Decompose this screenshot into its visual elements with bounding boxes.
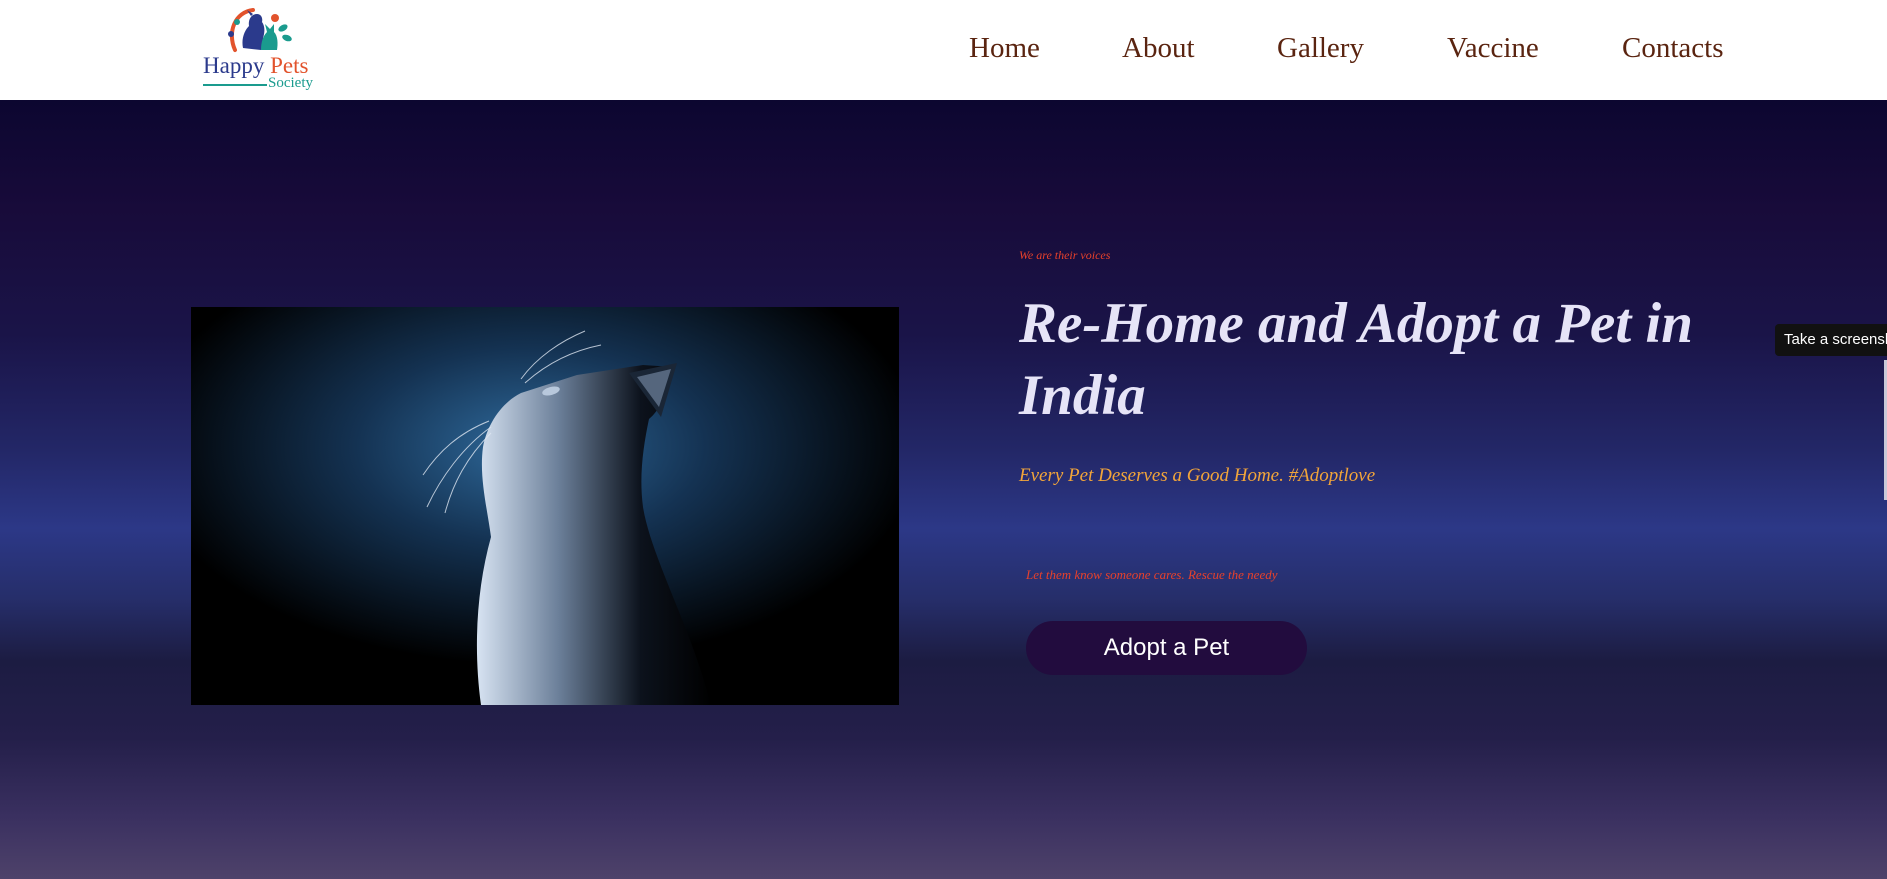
hero-subhead: Every Pet Deserves a Good Home. #Adoptlo… (1019, 465, 1376, 486)
cat-photo-icon (191, 307, 899, 705)
brand-name-society: Society (268, 75, 313, 91)
hero-image (191, 307, 899, 705)
site-header: Happy Pets Society Home About Gallery Va… (0, 0, 1887, 100)
hero-tagline: We are their voices (1019, 248, 1111, 262)
brand-underline (203, 84, 267, 86)
brand-logo[interactable]: Happy Pets Society (191, 2, 331, 96)
take-screenshot-button[interactable]: Take a screenshot (1775, 324, 1887, 356)
nav-about[interactable]: About (1122, 32, 1195, 65)
hero-rescue-line: Let them know someone cares. Rescue the … (1026, 567, 1278, 582)
nav-contacts[interactable]: Contacts (1622, 32, 1724, 65)
adopt-a-pet-button[interactable]: Adopt a Pet (1026, 621, 1307, 675)
nav-home[interactable]: Home (969, 32, 1040, 65)
nav-gallery[interactable]: Gallery (1277, 32, 1364, 65)
hero-headline: Re-Home and Adopt a Pet in India (1019, 292, 1693, 427)
brand-name-happy: Happy (203, 53, 265, 78)
nav-vaccine[interactable]: Vaccine (1447, 32, 1539, 65)
